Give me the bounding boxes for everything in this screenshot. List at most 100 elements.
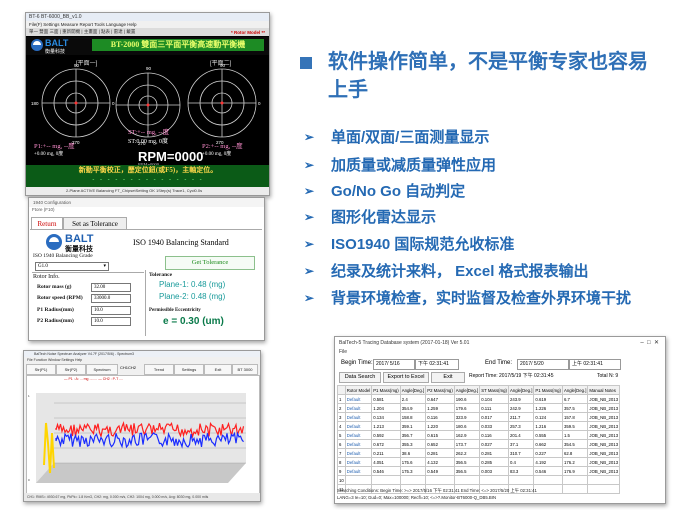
table-cell: 10 bbox=[337, 475, 346, 485]
menu-bar[interactable]: File Function Window Settings Help bbox=[24, 357, 260, 363]
table-cell: 0.116 bbox=[479, 430, 509, 440]
table-cell bbox=[371, 475, 401, 485]
tab-str-p2[interactable]: Str(P2) bbox=[56, 364, 86, 375]
tab-spectrum[interactable]: Spectrum bbox=[86, 364, 118, 375]
table-cell: 0.027 bbox=[479, 439, 509, 449]
table-cell: 176.9 bbox=[561, 466, 589, 476]
window-title: BalTech-5 Tracing Database system (2017-… bbox=[335, 337, 665, 349]
window-controls[interactable]: – □ ✕ bbox=[640, 337, 659, 349]
svg-text:0: 0 bbox=[258, 101, 261, 106]
table-cell bbox=[479, 475, 509, 485]
spectrum-legend: — P1 : A: ... mg ........ — CH2 : P-T ..… bbox=[64, 377, 124, 381]
plane1-tolerance: Plane-1: 0.48 (mg) bbox=[159, 280, 226, 289]
export-excel-button[interactable]: Export to Excel bbox=[383, 372, 429, 383]
menu-file[interactable]: File bbox=[339, 349, 347, 356]
eccentricity-value: e = 0.30 (um) bbox=[163, 316, 224, 327]
table-cell: 0.581 bbox=[371, 394, 401, 404]
tab-settings[interactable]: Settings bbox=[174, 364, 204, 375]
table-cell: 175.3 bbox=[399, 466, 427, 476]
table-cell: JOB_NB_2013 bbox=[587, 466, 621, 476]
column-header[interactable]: Angle[Deg.] bbox=[507, 385, 535, 395]
column-header[interactable] bbox=[337, 385, 346, 395]
svg-text:衡量科技: 衡量科技 bbox=[64, 244, 94, 253]
begin-date-picker[interactable]: 2017/ 5/16 bbox=[373, 359, 415, 370]
status-bar: CH1: RMS= 4930.67 mg, PkPk= 1.8 KmG, CH2… bbox=[24, 493, 260, 501]
table-row[interactable]: 4 Default 1.213 359.1 1.220 180.6 0.033 257.3 1.… bbox=[337, 421, 621, 431]
p1-radius-input[interactable]: 10.0 bbox=[91, 306, 131, 315]
svg-text:0: 0 bbox=[112, 101, 115, 106]
grade-select[interactable]: G1.0 ▾ bbox=[35, 262, 109, 271]
balt-logo: BALT 衡量科技 bbox=[46, 233, 94, 253]
table-cell: 0.033 bbox=[479, 421, 509, 431]
table-cell: 190.6 bbox=[453, 394, 481, 404]
table-row[interactable]: 8 Default 4.051 175.6 4.132 356.5 0.285 0.4 4.19… bbox=[337, 457, 621, 467]
table-cell: 0.615 bbox=[425, 430, 455, 440]
column-header[interactable]: Manual Notes bbox=[587, 385, 621, 395]
begin-time-label: Begin Time: bbox=[341, 360, 373, 366]
tab-exit[interactable]: Exit bbox=[204, 364, 232, 375]
column-header[interactable]: P1 Mass(mg) bbox=[371, 385, 401, 395]
iso1940-config-screenshot: 1940 Configuration Ftore (F10) Return Se… bbox=[28, 197, 265, 341]
end-date-picker[interactable]: 2017/ 5/20 bbox=[517, 359, 569, 370]
column-header[interactable]: ST Mass(mg) bbox=[479, 385, 509, 395]
table-cell bbox=[561, 475, 589, 485]
table-row[interactable]: 5 Default 0.592 356.7 0.615 162.9 0.116 201.4 0.… bbox=[337, 430, 621, 440]
menu-bar[interactable]: File(F) Settings Measure Report Tools La… bbox=[26, 21, 269, 28]
begin-time-picker[interactable]: 下午 02:31:41 bbox=[415, 359, 459, 370]
table-cell: 4.051 bbox=[371, 457, 401, 467]
table-cell: 0.4 bbox=[507, 457, 535, 467]
table-row[interactable]: 2 Default 1.204 354.9 1.259 179.6 0.111 242.9 1.… bbox=[337, 403, 621, 413]
table-cell: 0.285 bbox=[479, 457, 509, 467]
table-cell: Default bbox=[344, 394, 373, 404]
table-row[interactable]: 3 Default 0.134 158.8 0.116 323.9 0.017 211.7 0.… bbox=[337, 412, 621, 422]
table-row[interactable]: 1 Default 0.581 2.4 0.647 190.6 0.104 243.9 0.61… bbox=[337, 394, 621, 404]
tab-trend[interactable]: Trend bbox=[144, 364, 174, 375]
toolbar[interactable]: 單一 雙面 三面 | 重新開機 | 主畫面 | 點表 | 雷達 | 戴置 * R… bbox=[26, 28, 269, 36]
table-cell: 0.652 bbox=[425, 439, 455, 449]
column-header[interactable]: Angle[Deg.] bbox=[453, 385, 481, 395]
table-cell: 62.8 bbox=[561, 448, 589, 458]
table-cell: 2.4 bbox=[399, 394, 427, 404]
st-reading: ST:+-- mg, --度 bbox=[128, 129, 170, 136]
tab-str-p1[interactable]: Str(P1) bbox=[26, 364, 56, 375]
column-header[interactable]: P2 Mass(mg) bbox=[425, 385, 455, 395]
table-cell: 0.662 bbox=[533, 439, 563, 449]
rotor-speed-input[interactable]: 33000.0 bbox=[91, 294, 131, 303]
column-header[interactable]: Angle[Deg.] bbox=[561, 385, 589, 395]
data-search-button[interactable]: Data Search bbox=[339, 372, 381, 383]
table-cell: 1.259 bbox=[425, 403, 455, 413]
table-cell: 354.5 bbox=[561, 439, 589, 449]
column-header[interactable]: P1 Mass(mg) bbox=[533, 385, 563, 395]
table-cell: 1.226 bbox=[533, 403, 563, 413]
results-table[interactable]: Rotor Model P1 Mass(mg) Angle[Deg.] P2 Mass… bbox=[337, 385, 621, 494]
table-cell: 1.204 bbox=[371, 403, 401, 413]
column-header[interactable]: Angle[Deg.] bbox=[399, 385, 427, 395]
rotor-mass-input[interactable]: 32.00 bbox=[91, 283, 131, 292]
tab-bt3000[interactable]: BT 3000 bbox=[232, 364, 258, 375]
svg-text:90: 90 bbox=[220, 63, 226, 68]
table-cell: 162.9 bbox=[453, 430, 481, 440]
p2-radius-input[interactable]: 10.0 bbox=[91, 317, 131, 326]
table-cell: 357.5 bbox=[561, 403, 589, 413]
table-cell: 0.003 bbox=[479, 466, 509, 476]
table-row[interactable]: 7 Default 0.211 38.6 0.281 262.2 0.281 310.7 0.2… bbox=[337, 448, 621, 458]
tab-divider bbox=[30, 229, 262, 230]
table-cell: 0.124 bbox=[533, 412, 563, 422]
svg-text:BALT: BALT bbox=[65, 233, 94, 245]
rotor-speed-label: Rotor speed (RPM) bbox=[37, 295, 83, 301]
exit-button[interactable]: Exit bbox=[431, 372, 465, 383]
end-time-picker[interactable]: 上午 02:31:41 bbox=[569, 359, 621, 370]
table-row[interactable]: 9 Default 0.546 175.3 0.549 356.5 0.003 83.3 0.5… bbox=[337, 466, 621, 476]
end-time-label: End Time: bbox=[485, 360, 513, 366]
table-cell: JOB_NB_2013 bbox=[587, 448, 621, 458]
table-cell bbox=[344, 475, 373, 485]
table-cell bbox=[425, 475, 455, 485]
table-row[interactable]: 6 Default 0.672 355.3 0.652 173.7 0.027 37.1 0.6… bbox=[337, 439, 621, 449]
table-cell: Default bbox=[344, 466, 373, 476]
table-cell: 323.9 bbox=[453, 412, 481, 422]
table-row[interactable]: 10 bbox=[337, 475, 621, 485]
svg-text:90: 90 bbox=[146, 66, 152, 71]
get-tolerance-button[interactable]: Get Tolerance bbox=[165, 256, 255, 270]
column-header[interactable]: Rotor Model bbox=[344, 385, 373, 395]
table-cell: 5 bbox=[337, 430, 346, 440]
